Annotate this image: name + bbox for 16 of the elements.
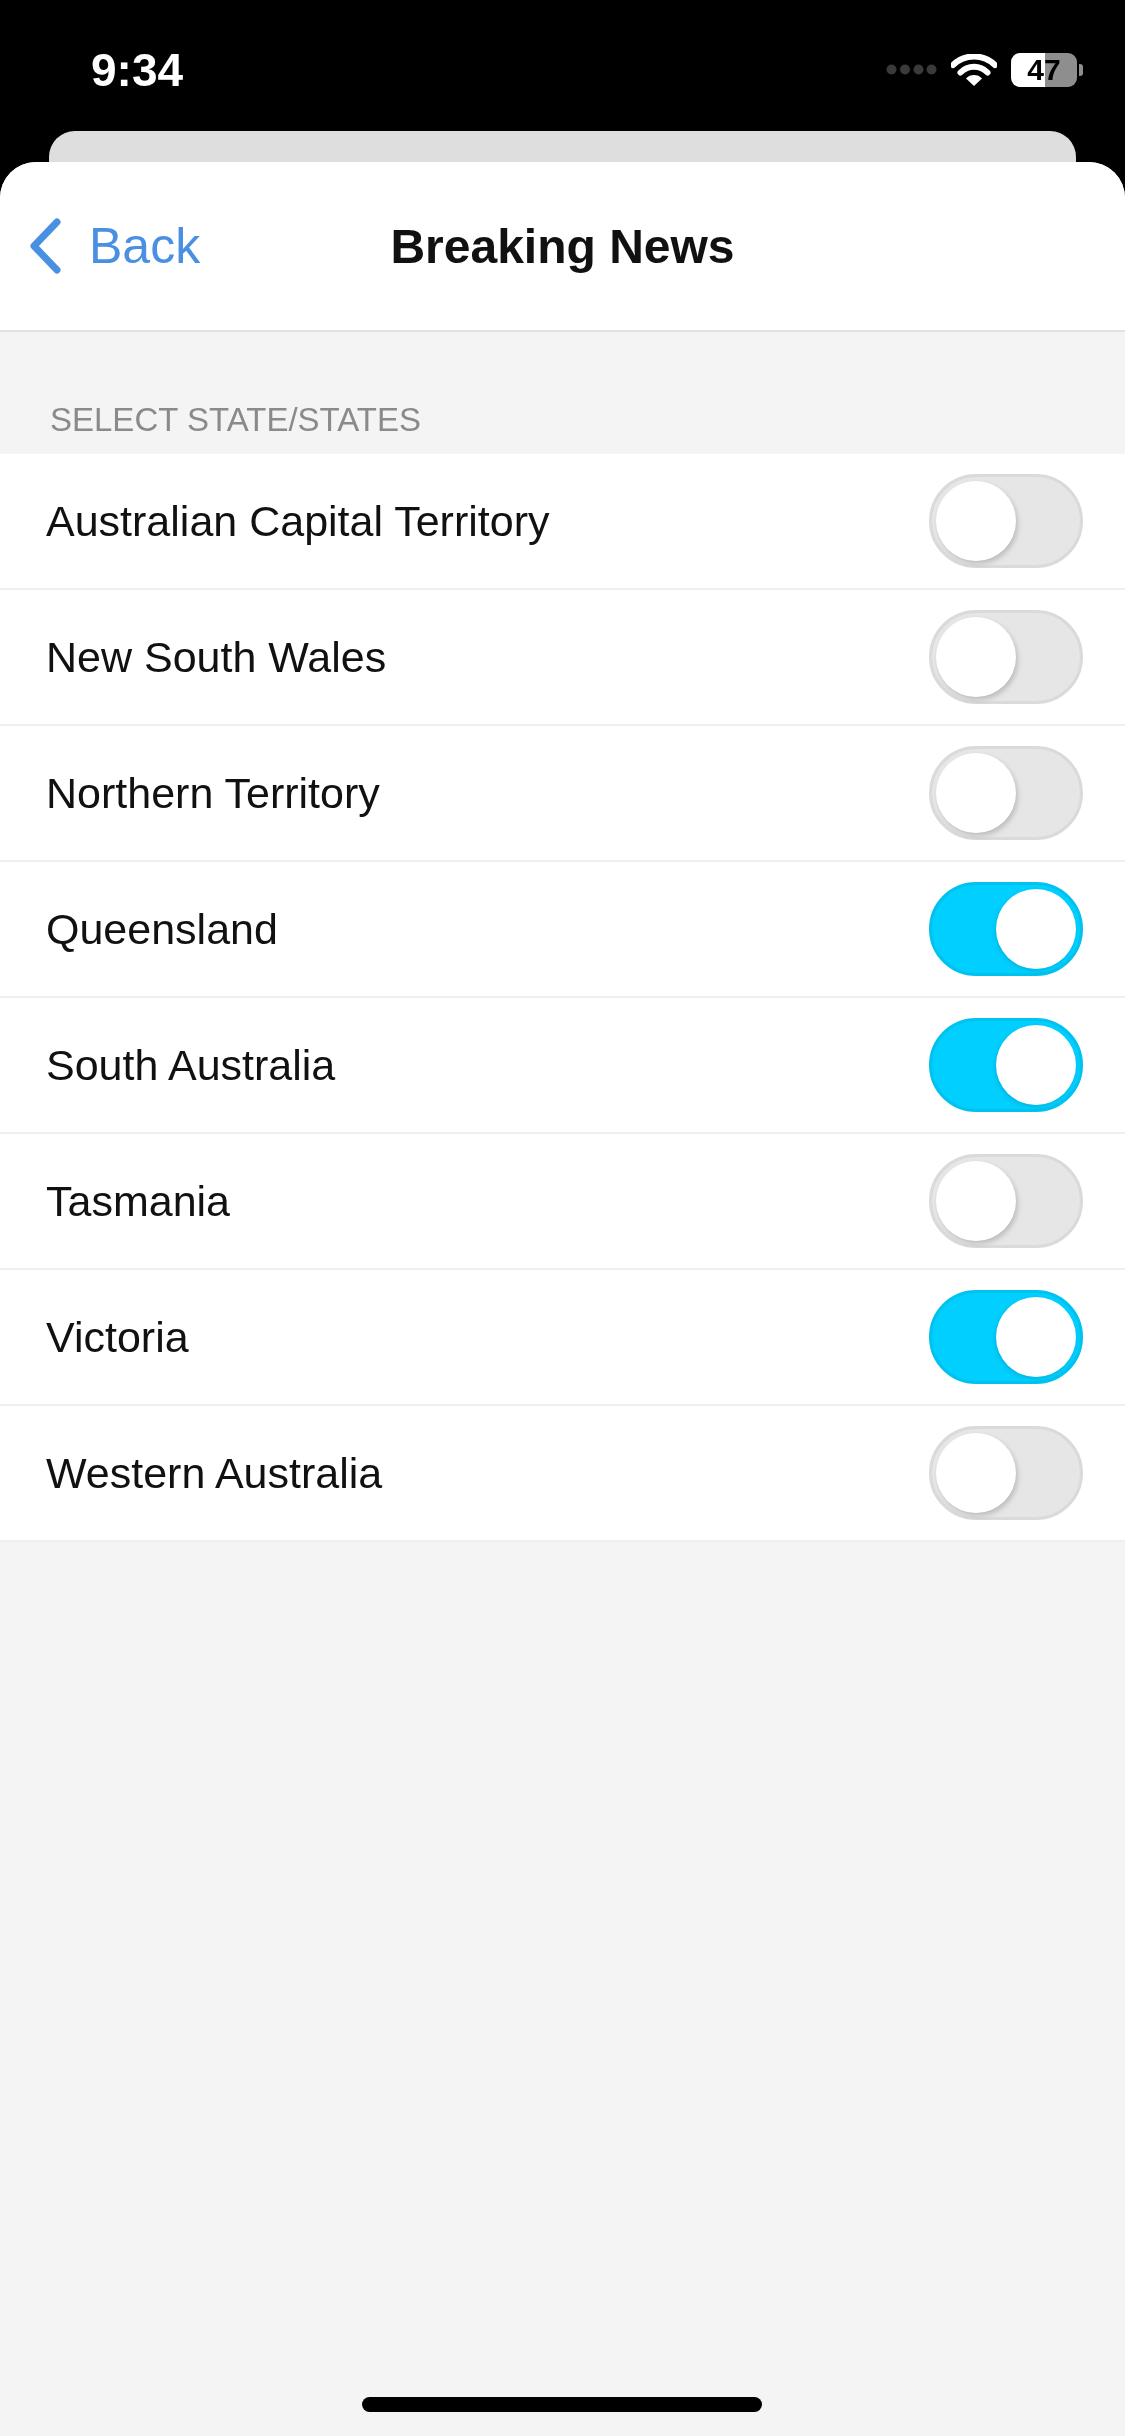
state-label: Northern Territory	[46, 768, 380, 818]
section-header: SELECT STATE/STATES	[49, 400, 423, 440]
wifi-icon	[951, 53, 997, 86]
state-label: Victoria	[46, 1312, 189, 1362]
signal-dots-icon	[886, 64, 937, 75]
battery-indicator: 47	[1011, 52, 1083, 87]
screen-title: Breaking News	[390, 218, 735, 274]
chevron-left-icon	[29, 218, 61, 274]
back-button[interactable]: Back	[0, 218, 201, 274]
state-label: Western Australia	[46, 1448, 383, 1498]
state-label: South Australia	[46, 1040, 336, 1090]
status-time: 9:34	[91, 46, 184, 93]
state-label: Queensland	[46, 904, 278, 954]
state-label: New South Wales	[46, 632, 387, 682]
state-label: Tasmania	[46, 1176, 231, 1226]
state-label: Australian Capital Territory	[46, 496, 550, 546]
